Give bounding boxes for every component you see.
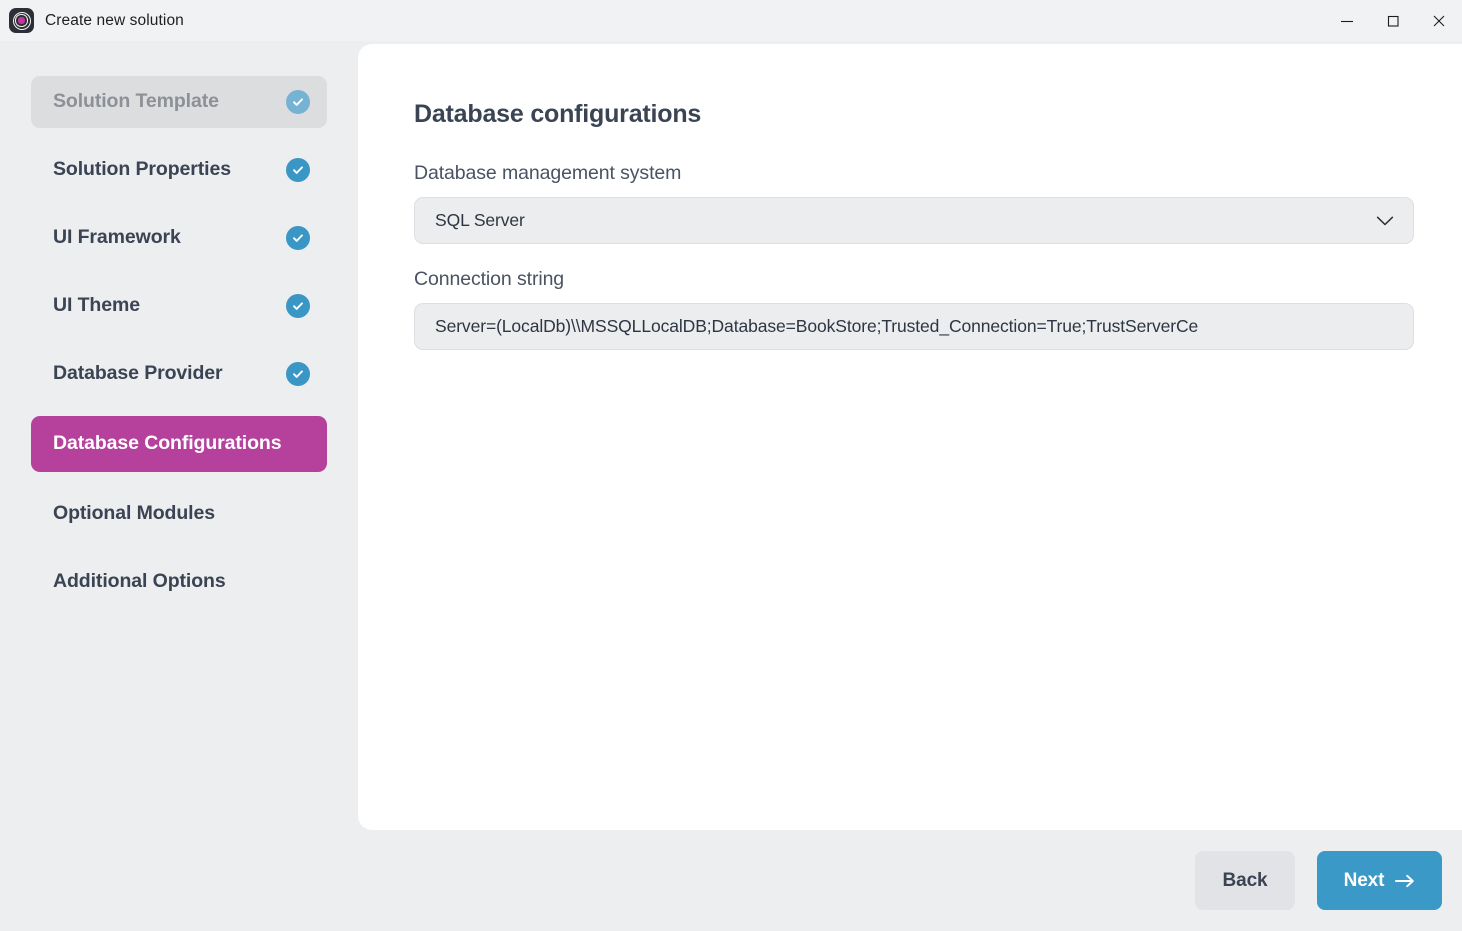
sidebar-item-ui-framework[interactable]: UI Framework xyxy=(31,212,327,264)
sidebar-item-label: Solution Template xyxy=(53,89,219,115)
window-title: Create new solution xyxy=(45,12,184,30)
minimize-button[interactable] xyxy=(1324,0,1370,41)
maximize-button[interactable] xyxy=(1370,0,1416,41)
close-button[interactable] xyxy=(1416,0,1462,41)
sidebar-item-label: UI Theme xyxy=(53,293,140,319)
sidebar-item-label: Optional Modules xyxy=(53,501,215,527)
connection-string-label: Connection string xyxy=(414,268,1407,291)
dbms-select[interactable]: SQL Server xyxy=(414,197,1414,244)
page-title: Database configurations xyxy=(414,100,1407,129)
close-icon xyxy=(1430,12,1448,30)
sidebar-item-label: Database Provider xyxy=(53,361,223,387)
sidebar-item-additional-options[interactable]: Additional Options xyxy=(31,556,327,608)
dbms-label: Database management system xyxy=(414,162,1407,185)
check-icon xyxy=(286,294,310,318)
sidebar-item-label: UI Framework xyxy=(53,225,181,251)
sidebar-item-solution-template[interactable]: Solution Template xyxy=(31,76,327,128)
maximize-icon xyxy=(1384,12,1402,30)
wizard-footer: Back Next xyxy=(0,830,1462,931)
abp-spiral-logo-icon xyxy=(9,8,34,33)
next-button[interactable]: Next xyxy=(1317,851,1442,910)
dbms-selected-value: SQL Server xyxy=(435,210,525,231)
sidebar-item-ui-theme[interactable]: UI Theme xyxy=(31,280,327,332)
check-icon xyxy=(286,226,310,250)
sidebar-item-database-configurations[interactable]: Database Configurations xyxy=(31,416,327,472)
title-bar: Create new solution xyxy=(0,0,1462,41)
content-panel: Database configurations Database managem… xyxy=(358,44,1462,830)
connection-string-field: Connection string Server=(LocalDb)\\MSSQ… xyxy=(414,268,1407,350)
sidebar-item-label: Solution Properties xyxy=(53,157,231,183)
sidebar-item-database-provider[interactable]: Database Provider xyxy=(31,348,327,400)
create-solution-window: Create new solution Solutio xyxy=(0,0,1462,931)
sidebar-item-label: Additional Options xyxy=(53,569,226,595)
check-icon xyxy=(286,158,310,182)
minimize-icon xyxy=(1338,12,1356,30)
back-button[interactable]: Back xyxy=(1195,851,1295,910)
chevron-down-icon xyxy=(1376,215,1394,226)
connection-string-input[interactable]: Server=(LocalDb)\\MSSQLLocalDB;Database=… xyxy=(414,303,1414,350)
check-icon xyxy=(286,362,310,386)
window-controls xyxy=(1324,0,1462,41)
connection-string-value: Server=(LocalDb)\\MSSQLLocalDB;Database=… xyxy=(435,316,1198,337)
wizard-steps-sidebar: Solution Template Solution Properties UI… xyxy=(0,41,358,931)
check-icon xyxy=(286,90,310,114)
back-button-label: Back xyxy=(1222,870,1267,892)
arrow-right-icon xyxy=(1395,874,1415,888)
sidebar-item-label: Database Configurations xyxy=(53,431,281,457)
next-button-label: Next xyxy=(1344,870,1385,892)
sidebar-item-solution-properties[interactable]: Solution Properties xyxy=(31,144,327,196)
dbms-field: Database management system SQL Server xyxy=(414,162,1407,244)
sidebar-item-optional-modules[interactable]: Optional Modules xyxy=(31,488,327,540)
